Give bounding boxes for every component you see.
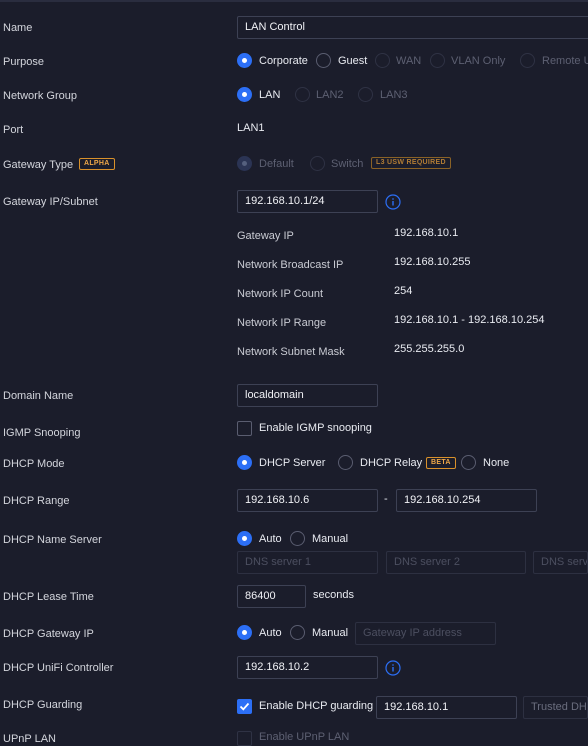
gateway-type-label: Gateway Type xyxy=(3,159,74,171)
gateway-ip-subnet-label: Gateway IP/Subnet xyxy=(3,196,98,208)
dhcp-gateway-ip-label: DHCP Gateway IP xyxy=(3,628,94,640)
ip-count-value: 254 xyxy=(394,285,413,297)
dhcp-lease-time-input[interactable]: 86400 xyxy=(237,585,306,608)
subnet-mask-label: Network Subnet Mask xyxy=(237,346,345,358)
dhcp-range-separator: - xyxy=(384,493,388,505)
purpose-vlan-only-radio[interactable] xyxy=(430,53,445,68)
dhcp-gateway-manual-radio[interactable] xyxy=(290,625,305,640)
purpose-corporate-radio[interactable] xyxy=(237,53,252,68)
domain-name-input[interactable]: localdomain xyxy=(237,384,378,407)
purpose-guest-label: Guest xyxy=(338,55,368,67)
dhcp-mode-none-radio[interactable] xyxy=(461,455,476,470)
gateway-info-icon[interactable] xyxy=(385,194,401,210)
dhcp-mode-relay-radio[interactable] xyxy=(338,455,353,470)
dhcp-lease-time-unit: seconds xyxy=(313,589,354,601)
upnp-lan-checkbox[interactable] xyxy=(237,731,252,746)
dhcp-range-start-input[interactable]: 192.168.10.6 xyxy=(237,489,378,512)
purpose-guest-radio[interactable] xyxy=(316,53,331,68)
gateway-type-switch-radio[interactable] xyxy=(310,156,325,171)
domain-name-label: Domain Name xyxy=(3,390,74,402)
dhcp-gateway-auto-label: Auto xyxy=(259,627,282,639)
igmp-snooping-checkbox-label: Enable IGMP snooping xyxy=(259,422,372,434)
purpose-corporate-label: Corporate xyxy=(259,55,308,67)
dhcp-guarding-server-2-input[interactable]: Trusted DHCP server 2 xyxy=(523,696,588,719)
network-group-lan3-radio[interactable] xyxy=(358,87,373,102)
dhcp-mode-server-radio[interactable] xyxy=(237,455,252,470)
name-server-auto-label: Auto xyxy=(259,533,282,545)
port-value: LAN1 xyxy=(237,122,265,134)
dhcp-unifi-controller-label: DHCP UniFi Controller xyxy=(3,662,114,674)
checkmark-icon xyxy=(239,702,250,711)
dhcp-guarding-label: DHCP Guarding xyxy=(3,699,83,711)
dhcp-gateway-auto-radio[interactable] xyxy=(237,625,252,640)
ip-range-value: 192.168.10.1 - 192.168.10.254 xyxy=(394,314,545,326)
dhcp-guarding-checkbox[interactable] xyxy=(237,699,252,714)
gateway-ip-detail-label: Gateway IP xyxy=(237,230,294,242)
dhcp-unifi-controller-input[interactable]: 192.168.10.2 xyxy=(237,656,378,679)
network-group-label: Network Group xyxy=(3,90,77,102)
dhcp-mode-none-label: None xyxy=(483,457,510,469)
gateway-type-default-label: Default xyxy=(259,158,294,170)
dhcp-guarding-server-1-input[interactable]: 192.168.10.1 xyxy=(376,696,517,719)
igmp-snooping-checkbox[interactable] xyxy=(237,421,252,436)
purpose-wan-radio[interactable] xyxy=(375,53,390,68)
purpose-remote-label: Remote U xyxy=(542,55,588,67)
purpose-remote-radio[interactable] xyxy=(520,53,535,68)
controller-info-icon[interactable] xyxy=(385,660,401,676)
dns-server-3-input[interactable]: DNS server 3 xyxy=(533,551,588,574)
dhcp-range-label: DHCP Range xyxy=(3,495,70,507)
upnp-lan-label: UPnP LAN xyxy=(3,733,56,745)
network-group-lan3-label: LAN3 xyxy=(380,89,408,101)
dhcp-lease-time-label: DHCP Lease Time xyxy=(3,591,94,603)
name-input[interactable]: LAN Control xyxy=(237,16,588,39)
gateway-ip-detail-value: 192.168.10.1 xyxy=(394,227,459,239)
network-group-lan2-label: LAN2 xyxy=(316,89,344,101)
port-label: Port xyxy=(3,124,24,136)
network-group-lan2-radio[interactable] xyxy=(295,87,310,102)
l3-usw-required-badge: L3 USW REQUIRED xyxy=(371,157,451,169)
broadcast-ip-label: Network Broadcast IP xyxy=(237,259,344,271)
network-group-lan-radio[interactable] xyxy=(237,87,252,102)
dns-server-2-input[interactable]: DNS server 2 xyxy=(386,551,526,574)
ip-count-label: Network IP Count xyxy=(237,288,324,300)
dhcp-mode-relay-label: DHCP Relay xyxy=(360,457,423,469)
upnp-lan-checkbox-label: Enable UPnP LAN xyxy=(259,731,350,743)
name-server-auto-radio[interactable] xyxy=(237,531,252,546)
gateway-ip-subnet-input[interactable]: 192.168.10.1/24 xyxy=(237,190,378,213)
dhcp-mode-label: DHCP Mode xyxy=(3,458,65,470)
dhcp-range-end-input[interactable]: 192.168.10.254 xyxy=(396,489,537,512)
name-label: Name xyxy=(3,22,33,34)
gateway-type-switch-label: Switch xyxy=(331,158,364,170)
name-server-manual-label: Manual xyxy=(312,533,349,545)
dns-server-1-input[interactable]: DNS server 1 xyxy=(237,551,378,574)
subnet-mask-value: 255.255.255.0 xyxy=(394,343,465,355)
beta-badge: BETA xyxy=(426,457,456,469)
purpose-vlan-only-label: VLAN Only xyxy=(451,55,506,67)
ip-range-label: Network IP Range xyxy=(237,317,327,329)
dhcp-gateway-manual-label: Manual xyxy=(312,627,349,639)
purpose-wan-label: WAN xyxy=(396,55,422,67)
dhcp-name-server-label: DHCP Name Server xyxy=(3,534,102,546)
name-server-manual-radio[interactable] xyxy=(290,531,305,546)
top-divider xyxy=(0,0,588,2)
igmp-snooping-label: IGMP Snooping xyxy=(3,427,81,439)
purpose-label: Purpose xyxy=(3,56,44,68)
network-group-lan-label: LAN xyxy=(259,89,281,101)
dhcp-guarding-checkbox-label: Enable DHCP guarding xyxy=(259,700,374,712)
gateway-type-default-radio[interactable] xyxy=(237,156,252,171)
broadcast-ip-value: 192.168.10.255 xyxy=(394,256,471,268)
dhcp-mode-server-label: DHCP Server xyxy=(259,457,326,469)
alpha-badge: ALPHA xyxy=(79,158,115,170)
dhcp-gateway-ip-input[interactable]: Gateway IP address xyxy=(355,622,496,645)
